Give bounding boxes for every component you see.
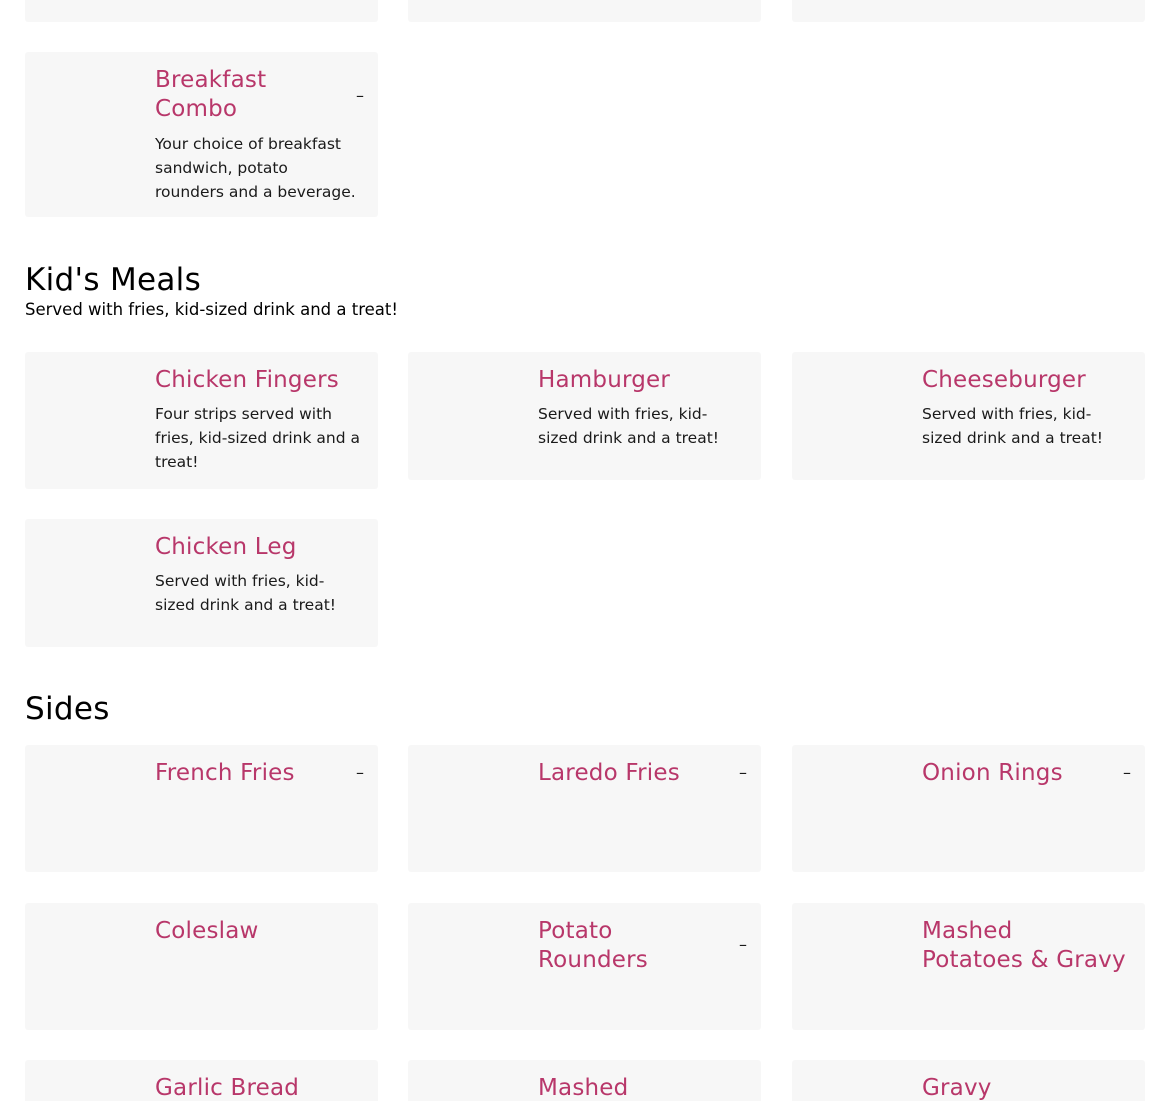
item-image: [25, 519, 143, 647]
item-image: [792, 352, 910, 480]
item-image: [25, 52, 143, 217]
item-name: Laredo Fries: [538, 760, 680, 786]
menu-card-coleslaw[interactable]: Coleslaw: [25, 903, 378, 1030]
collapse-toggle[interactable]: –: [356, 86, 364, 105]
menu-card-top-2[interactable]: [408, 0, 761, 22]
menu-card-chicken-leg[interactable]: Chicken Leg Served with fries, kid- size…: [25, 519, 378, 647]
menu-card-garlic-bread[interactable]: Garlic Bread: [25, 1060, 378, 1101]
menu-card-french-fries[interactable]: French Fries –: [25, 745, 378, 872]
item-image: [408, 745, 526, 872]
item-image: [25, 352, 143, 489]
collapse-toggle[interactable]: –: [739, 935, 747, 954]
item-name: Hamburger: [538, 367, 671, 393]
item-name: Gravy: [922, 1075, 992, 1101]
menu-card-gravy[interactable]: Gravy: [792, 1060, 1145, 1101]
item-image: [25, 1060, 143, 1101]
menu-page: Breakfast Combo – Your choice of breakfa…: [0, 0, 1170, 1101]
section-title-kids-meals: Kid's Meals: [25, 262, 202, 298]
item-description: Served with fries, kid- sized drink and …: [155, 572, 337, 614]
menu-card-top-3[interactable]: [792, 0, 1145, 22]
item-name: Mashed: [538, 1075, 629, 1101]
section-subtitle-kids-meals: Served with fries, kid-sized drink and a…: [25, 300, 398, 319]
item-name: Chicken Leg: [155, 534, 297, 560]
menu-card-laredo-fries[interactable]: Laredo Fries –: [408, 745, 761, 872]
item-image: [792, 1060, 910, 1101]
item-name: Cheeseburger: [922, 367, 1086, 393]
item-description: Four strips served with fries, kid-sized…: [155, 405, 360, 471]
menu-card-onion-rings[interactable]: Onion Rings –: [792, 745, 1145, 872]
menu-card-top-1[interactable]: [25, 0, 378, 22]
item-name: Garlic Bread: [155, 1075, 300, 1101]
item-image: [408, 352, 526, 480]
section-title-sides: Sides: [25, 691, 110, 727]
menu-card-mashed[interactable]: Mashed: [408, 1060, 761, 1101]
item-name: French Fries: [155, 760, 295, 786]
item-name: Potato Rounders: [538, 918, 648, 973]
collapse-toggle[interactable]: –: [739, 763, 747, 782]
item-description: Your choice of breakfast sandwich, potat…: [155, 135, 356, 201]
menu-card-breakfast-combo[interactable]: Breakfast Combo – Your choice of breakfa…: [25, 52, 378, 217]
item-description: Served with fries, kid- sized drink and …: [538, 405, 720, 447]
item-image: [792, 745, 910, 872]
item-name: Coleslaw: [155, 918, 259, 944]
item-image: [25, 903, 143, 1030]
item-image: [408, 1060, 526, 1101]
item-name: Breakfast Combo: [155, 67, 267, 122]
menu-card-potato-rounders[interactable]: Potato Rounders –: [408, 903, 761, 1030]
menu-card-chicken-fingers[interactable]: Chicken Fingers Four strips served with …: [25, 352, 378, 489]
item-image: [792, 903, 910, 1030]
item-image: [25, 745, 143, 872]
item-image: [408, 903, 526, 1030]
menu-card-hamburger[interactable]: Hamburger Served with fries, kid- sized …: [408, 352, 761, 480]
item-name: Onion Rings: [922, 760, 1063, 786]
item-description: Served with fries, kid- sized drink and …: [922, 405, 1104, 447]
collapse-toggle[interactable]: –: [1123, 763, 1131, 782]
menu-card-cheeseburger[interactable]: Cheeseburger Served with fries, kid- siz…: [792, 352, 1145, 480]
item-name: Chicken Fingers: [155, 367, 339, 393]
item-name: Mashed Potatoes & Gravy: [922, 918, 1126, 973]
collapse-toggle[interactable]: –: [356, 763, 364, 782]
menu-card-mashed-potatoes-gravy[interactable]: Mashed Potatoes & Gravy: [792, 903, 1145, 1030]
